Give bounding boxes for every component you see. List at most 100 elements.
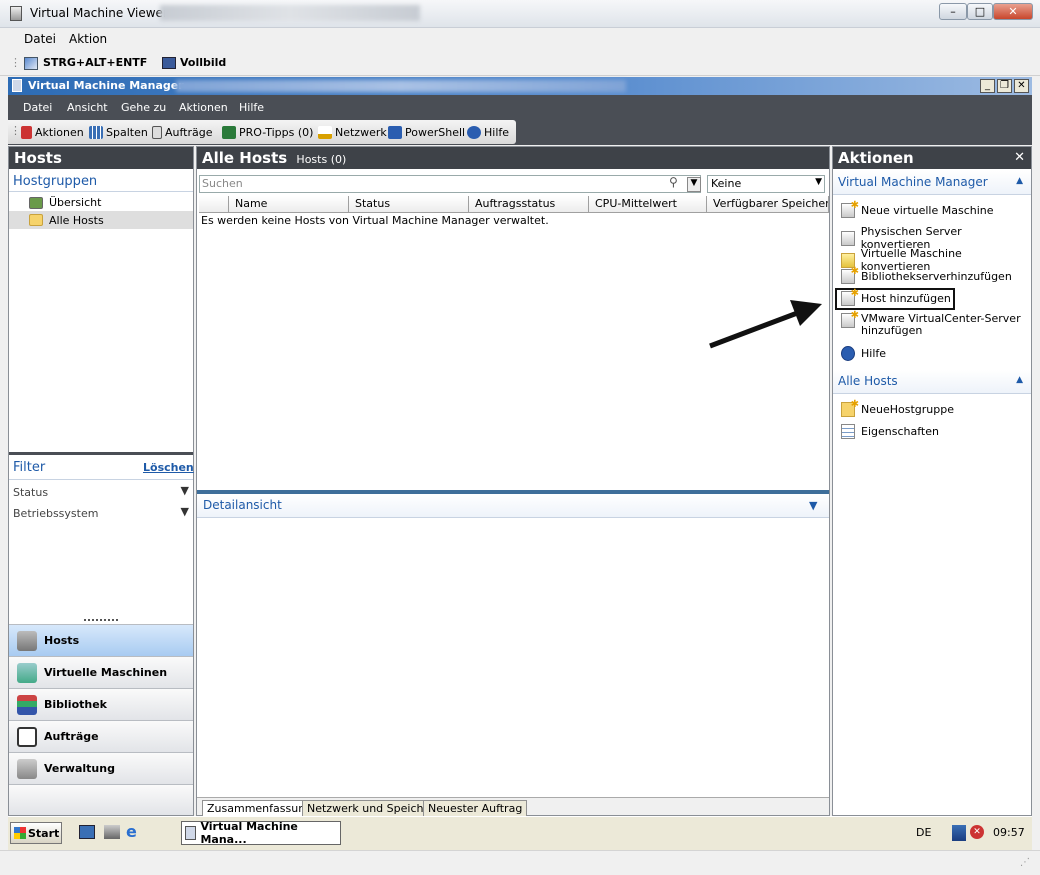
tab-network-storage[interactable]: Netzwerk und Speicher: [302, 800, 440, 816]
clear-filter-link[interactable]: Löschen: [143, 461, 194, 474]
collapse-icon[interactable]: ▲: [1016, 176, 1023, 186]
action-add-library-server[interactable]: ✱ Bibliothekserverhinzufügen: [841, 266, 1012, 284]
section-all-hosts-header[interactable]: Alle Hosts ▲: [833, 370, 1031, 394]
column-name[interactable]: Name: [229, 196, 349, 213]
close-icon[interactable]: ✕: [1014, 150, 1025, 165]
splitter[interactable]: [9, 452, 193, 455]
inner-title-bar: Virtual Machine Manager - _ ❐ ✕: [8, 77, 1032, 95]
language-indicator[interactable]: DE: [916, 826, 931, 839]
filter-status-dropdown[interactable]: Status ▼: [13, 484, 189, 499]
empty-message: Es werden keine Hosts von Virtual Machin…: [201, 214, 549, 227]
network-tray-icon[interactable]: [952, 825, 966, 841]
clock: 09:57: [993, 826, 1025, 839]
menu-hilfe[interactable]: Hilfe: [239, 101, 264, 114]
host-groups-title: Hostgruppen: [13, 174, 98, 189]
center-panel-header: Alle Hosts Hosts (0): [197, 147, 829, 169]
ie-icon[interactable]: e: [126, 822, 137, 841]
tb-netzwerk-button[interactable]: Netzwerk: [318, 126, 387, 139]
action-add-host[interactable]: ✱ Host hinzufügen: [841, 288, 951, 306]
search-options-button[interactable]: ▼: [687, 177, 701, 192]
windows-logo-icon: [14, 827, 26, 839]
action-help[interactable]: Hilfe: [841, 346, 886, 361]
menu-ansicht[interactable]: Ansicht: [67, 101, 108, 114]
nav-hosts[interactable]: Hosts: [9, 624, 193, 656]
tb-pro-tipps-button[interactable]: PRO-Tipps (0): [222, 126, 313, 139]
outer-window-title: Virtual Machine Viewer -: [30, 6, 177, 20]
new-vm-icon: ✱: [841, 200, 859, 218]
details-header: Detailansicht ▼: [197, 494, 829, 518]
library-icon: [17, 695, 37, 715]
volume-muted-icon[interactable]: ✕: [970, 825, 984, 839]
action-new-vm[interactable]: ✱ Neue virtuelle Maschine: [841, 200, 994, 218]
resize-grip[interactable]: [84, 619, 118, 621]
column-available-memory[interactable]: Verfügbarer Speicher: [707, 196, 829, 213]
filter-select[interactable]: Keine ▼: [707, 175, 825, 193]
tb-powershell-button[interactable]: PowerShell: [388, 126, 465, 139]
search-input[interactable]: Suchen: [199, 175, 701, 193]
toolbar-grip: ⋮: [10, 56, 21, 69]
fullscreen-button[interactable]: Vollbild: [180, 56, 226, 69]
vmware-server-icon: ✱: [841, 310, 859, 328]
close-button[interactable]: ✕: [993, 3, 1033, 20]
column-status[interactable]: Status: [349, 196, 469, 213]
center-panel: Alle Hosts Hosts (0) Suchen ⚲ ▼ Keine ▼ N…: [196, 146, 830, 816]
minimize-button[interactable]: –: [939, 3, 967, 20]
mdi-restore-button[interactable]: ❐: [997, 79, 1012, 93]
nav-administration[interactable]: Verwaltung: [9, 752, 193, 784]
column-icon[interactable]: [199, 196, 229, 213]
menu-datei[interactable]: Datei: [23, 101, 52, 114]
pro-tips-icon: [222, 126, 236, 139]
divider: [9, 479, 193, 480]
show-desktop-icon[interactable]: [79, 825, 95, 839]
tb-aktionen-button[interactable]: Aktionen: [21, 126, 84, 139]
clipboard-icon: [17, 727, 37, 747]
nav-jobs[interactable]: Aufträge: [9, 720, 193, 752]
mdi-minimize-button[interactable]: _: [980, 79, 995, 93]
status-bar: ⋰: [0, 850, 1040, 875]
menu-datei[interactable]: Datei: [24, 32, 56, 46]
section-vmm-header[interactable]: Virtual Machine Manager ▲: [833, 171, 1031, 195]
search-icon[interactable]: ⚲: [669, 175, 678, 189]
toolbar-grip: ⋮: [10, 124, 21, 137]
menu-gehe-zu[interactable]: Gehe zu: [121, 101, 166, 114]
menu-aktionen[interactable]: Aktionen: [179, 101, 228, 114]
blurred-inner-title: [176, 80, 626, 92]
collapse-icon[interactable]: ▲: [1016, 375, 1023, 385]
folder-icon: ✱: [841, 399, 859, 417]
server-manager-icon[interactable]: [104, 825, 120, 839]
column-cpu-avg[interactable]: CPU-Mittelwert: [589, 196, 707, 213]
chevron-down-icon: ▼: [180, 505, 189, 518]
column-job-status[interactable]: Auftragsstatus: [469, 196, 589, 213]
hosts-icon: [17, 631, 37, 651]
action-properties[interactable]: Eigenschaften: [841, 424, 939, 439]
overview-icon: [29, 196, 43, 209]
action-new-host-group[interactable]: ✱ NeueHostgruppe: [841, 399, 954, 417]
tab-latest-job[interactable]: Neuester Auftrag: [423, 800, 528, 816]
vmm-icon: [12, 79, 22, 92]
folder-icon: [29, 214, 43, 226]
ctrl-alt-del-button[interactable]: STRG+ALT+ENTF: [43, 56, 147, 69]
tab-summary[interactable]: Zusammenfassung: [202, 800, 318, 816]
action-add-vmware-server[interactable]: ✱ VMware VirtualCenter-Server hinzufügen: [841, 310, 1031, 337]
taskbar-button-vmm[interactable]: Virtual Machine Mana...: [181, 820, 341, 846]
left-panel-header: Hosts: [9, 147, 193, 169]
mdi-close-button[interactable]: ✕: [1014, 79, 1029, 93]
vmm-icon: [185, 826, 197, 840]
tb-auftraege-button[interactable]: Aufträge: [152, 126, 213, 139]
tree-item-all-hosts[interactable]: Alle Hosts: [9, 211, 193, 229]
start-button[interactable]: Start: [10, 822, 62, 844]
inner-menu-bar: Datei Ansicht Gehe zu Aktionen Hilfe: [8, 95, 1032, 119]
tb-hilfe-button[interactable]: Hilfe: [467, 126, 509, 139]
actions-header: Aktionen ✕: [833, 147, 1031, 169]
nav-library[interactable]: Bibliothek: [9, 688, 193, 720]
taskbar: Start e Virtual Machine Mana... DE ✕ 09:…: [8, 816, 1032, 850]
tree-item-overview[interactable]: Übersicht: [9, 194, 193, 211]
nav-virtual-machines[interactable]: Virtuelle Maschinen: [9, 656, 193, 688]
menu-aktion[interactable]: Aktion: [69, 32, 107, 46]
tb-spalten-button[interactable]: Spalten: [89, 126, 148, 139]
maximize-button[interactable]: □: [967, 3, 993, 20]
chevron-down-icon[interactable]: ▼: [809, 499, 817, 512]
filter-os-dropdown[interactable]: Betriebssystem ▼: [13, 505, 189, 520]
right-panel: Aktionen ✕ Virtual Machine Manager ▲ ✱ Neu…: [832, 146, 1032, 816]
resize-grip-icon[interactable]: ⋰: [1020, 857, 1030, 868]
